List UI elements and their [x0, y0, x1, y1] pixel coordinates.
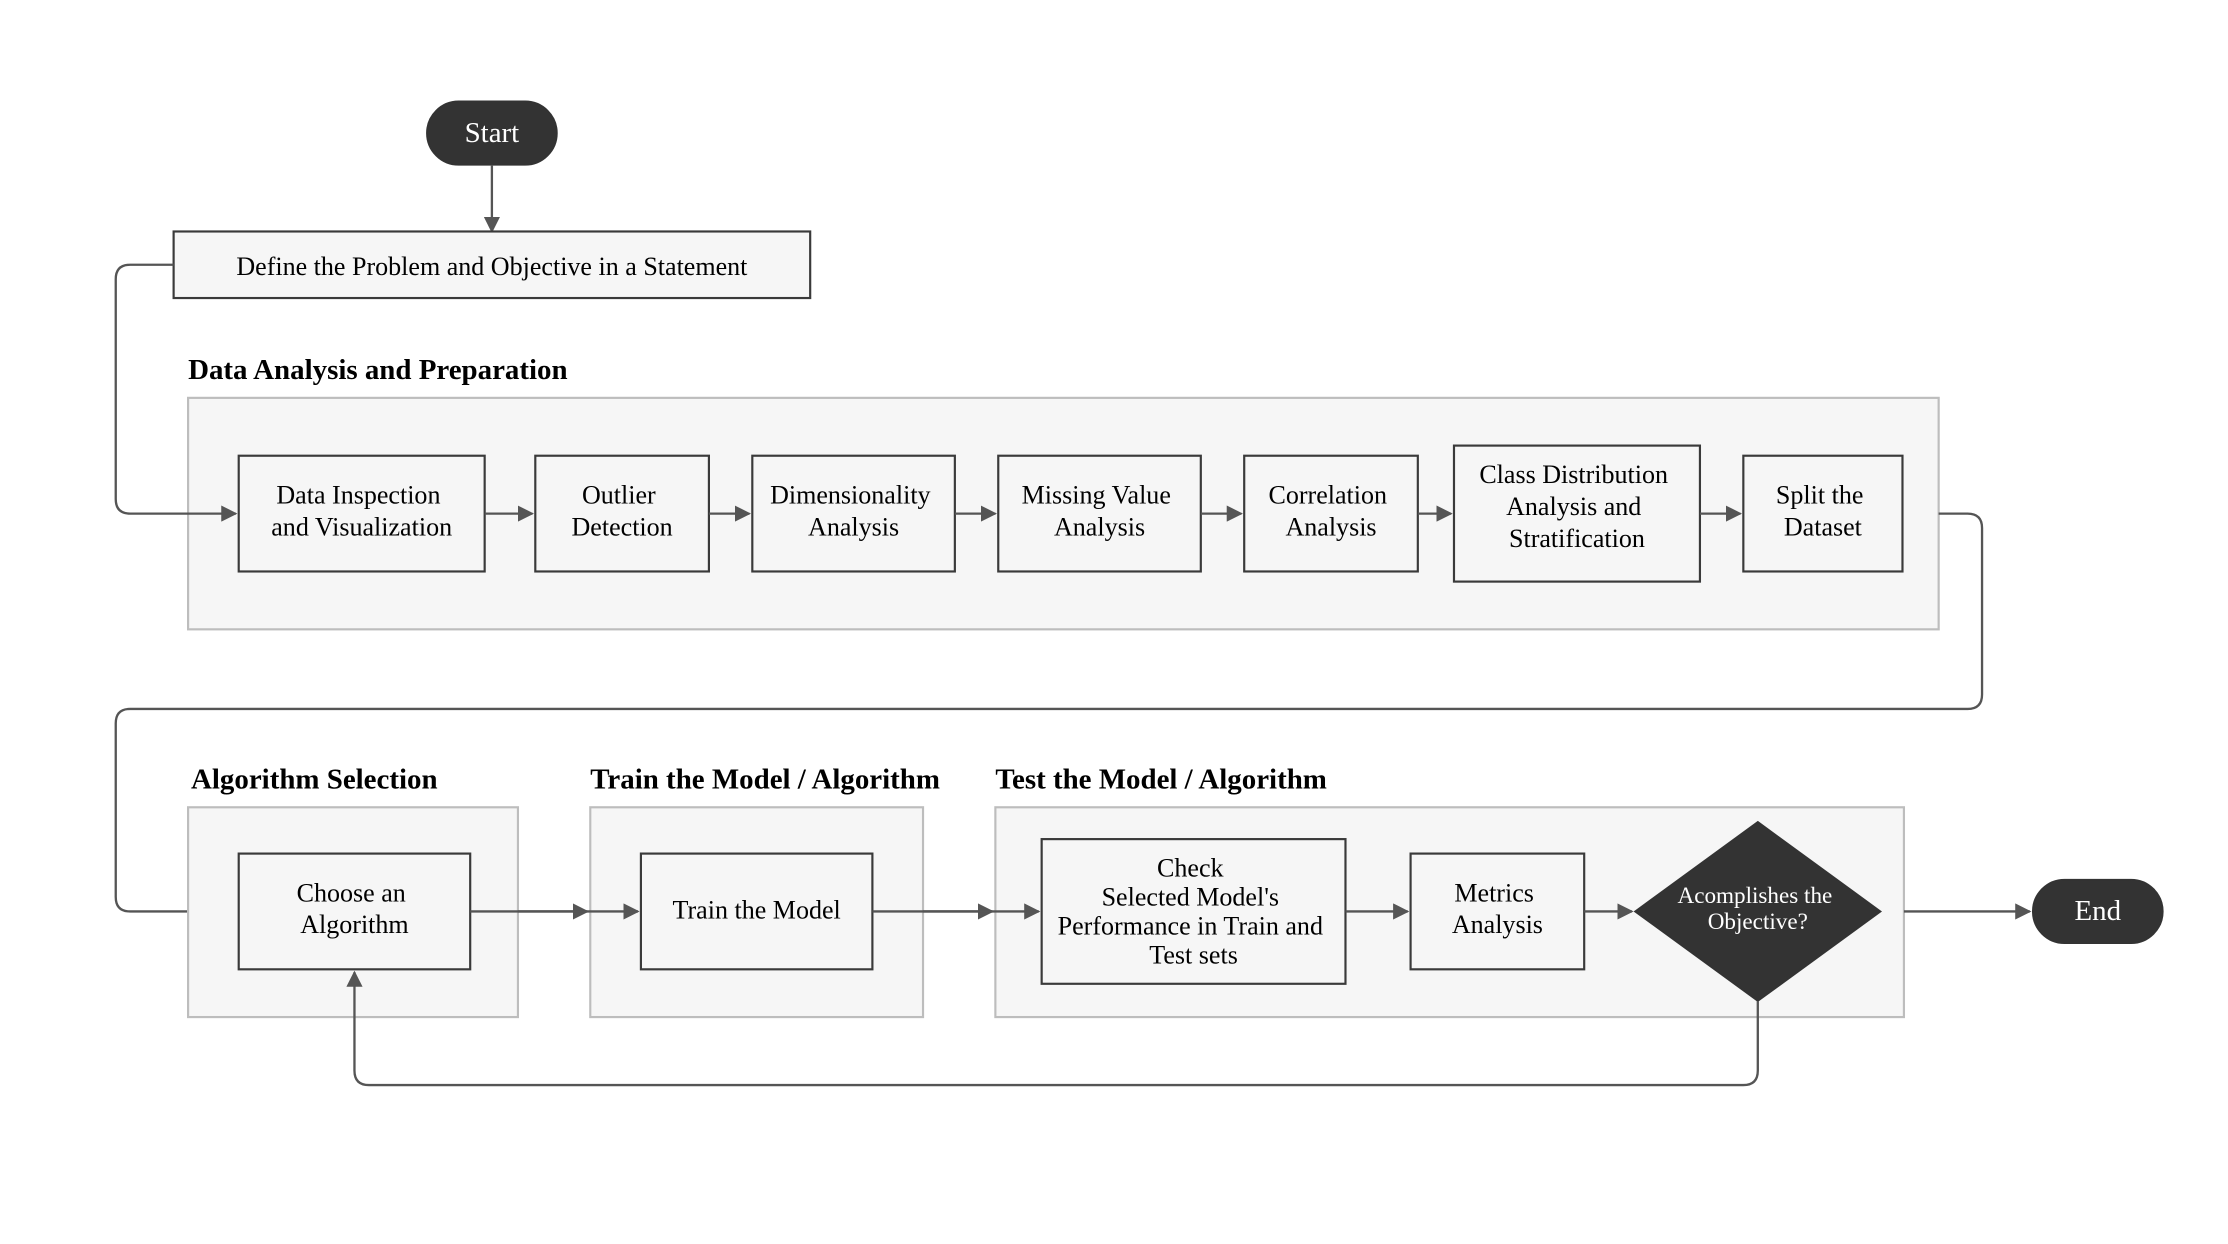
- node-class-dist: Class Distribution Analysis and Stratifi…: [1454, 446, 1700, 582]
- node-outlier-detection: Outlier Detection Outlier Detection: [535, 456, 709, 572]
- node-train-model: Train the Model: [641, 854, 872, 970]
- heading-test-model: Test the Model / Algorithm: [995, 763, 1327, 795]
- node-correlation: Correlation Analysis Correlation Analysi…: [1244, 456, 1418, 572]
- end-label: End: [2074, 895, 2121, 927]
- train-model-label: Train the Model: [673, 896, 841, 925]
- define-problem-label: Define the Problem and Objective in a St…: [236, 252, 748, 281]
- heading-train-model: Train the Model / Algorithm: [590, 763, 940, 795]
- node-missing-value: Missing Value Analysis Missing Value Ana…: [998, 456, 1201, 572]
- start-label: Start: [465, 117, 520, 149]
- flowchart: Start Define the Problem and Objective i…: [0, 0, 2228, 1244]
- node-split-dataset: Split the Dataset Split the Dataset: [1743, 456, 1902, 572]
- heading-algo-select: Algorithm Selection: [191, 763, 438, 795]
- heading-data-prep: Data Analysis and Preparation: [188, 354, 568, 386]
- start-terminal: Start: [427, 101, 557, 165]
- node-choose-algorithm: Choose an Algorithm Choose an Algorithm: [239, 854, 470, 970]
- node-metrics-analysis: Metrics Analysis Metrics Analysis: [1411, 854, 1585, 970]
- end-terminal: End: [2033, 880, 2163, 944]
- node-dimensionality: Dimensionality Analysis Dimensionality A…: [752, 456, 955, 572]
- node-data-inspection: Data Inspection and Visualization Data I…: [239, 456, 485, 572]
- define-problem-node: Define the Problem and Objective in a St…: [174, 231, 811, 298]
- node-check-performance: Check Selected Model's Performance in Tr…: [1042, 839, 1346, 984]
